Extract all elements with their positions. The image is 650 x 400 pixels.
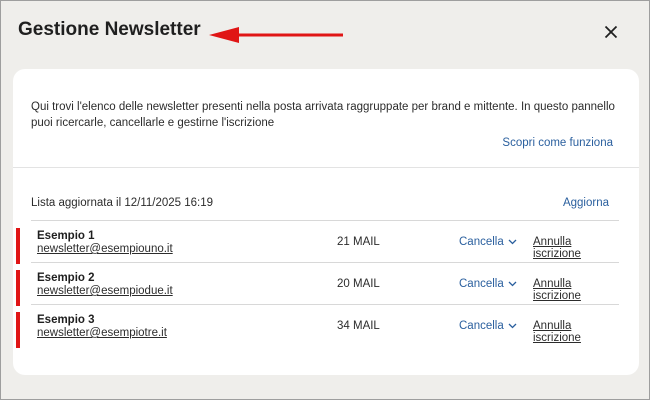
refresh-link[interactable]: Aggiorna: [563, 197, 609, 209]
newsletter-dialog: Gestione Newsletter Qui trovi l'elenco d…: [0, 0, 650, 400]
newsletter-row: Esempio 2 newsletter@esempiodue.it 20 MA…: [16, 262, 619, 306]
mail-count: 20 MAIL: [337, 278, 380, 290]
newsletter-panel: Qui trovi l'elenco delle newsletter pres…: [13, 69, 639, 375]
newsletter-row: Esempio 1 newsletter@esempiouno.it 21 MA…: [16, 220, 619, 264]
how-it-works-link[interactable]: Scopri come funziona: [502, 137, 613, 149]
mail-count: 34 MAIL: [337, 320, 380, 332]
cancel-label: Cancella: [459, 278, 504, 290]
newsletter-email[interactable]: newsletter@esempiotre.it: [37, 327, 167, 339]
list-updated-text: Lista aggiornata il 12/11/2025 16:19: [31, 197, 214, 209]
dialog-title: Gestione Newsletter: [18, 19, 201, 40]
newsletter-email[interactable]: newsletter@esempiodue.it: [37, 285, 173, 297]
newsletter-name: Esempio 2: [37, 272, 95, 284]
cancel-dropdown[interactable]: Cancella: [459, 236, 517, 248]
divider: [13, 167, 639, 168]
chevron-down-icon: [508, 323, 517, 329]
row-accent-bar: [16, 228, 20, 264]
unsubscribe-link[interactable]: Annulla iscrizione: [533, 278, 619, 302]
unsubscribe-link[interactable]: Annulla iscrizione: [533, 236, 619, 260]
panel-description: Qui trovi l'elenco delle newsletter pres…: [31, 101, 615, 129]
chevron-down-icon: [508, 281, 517, 287]
cancel-dropdown[interactable]: Cancella: [459, 320, 517, 332]
unsubscribe-link[interactable]: Annulla iscrizione: [533, 320, 619, 344]
newsletter-name: Esempio 1: [37, 230, 95, 242]
cancel-dropdown[interactable]: Cancella: [459, 278, 517, 290]
close-button[interactable]: [601, 22, 621, 42]
cancel-label: Cancella: [459, 320, 504, 332]
cancel-label: Cancella: [459, 236, 504, 248]
newsletter-email[interactable]: newsletter@esempiouno.it: [37, 243, 173, 255]
row-accent-bar: [16, 270, 20, 306]
newsletter-row: Esempio 3 newsletter@esempiotre.it 34 MA…: [16, 304, 619, 348]
newsletter-list: Esempio 1 newsletter@esempiouno.it 21 MA…: [16, 220, 619, 348]
chevron-down-icon: [508, 239, 517, 245]
close-icon: [604, 25, 618, 39]
newsletter-name: Esempio 3: [37, 314, 95, 326]
row-accent-bar: [16, 312, 20, 348]
mail-count: 21 MAIL: [337, 236, 380, 248]
annotation-arrow-icon: [209, 27, 343, 43]
